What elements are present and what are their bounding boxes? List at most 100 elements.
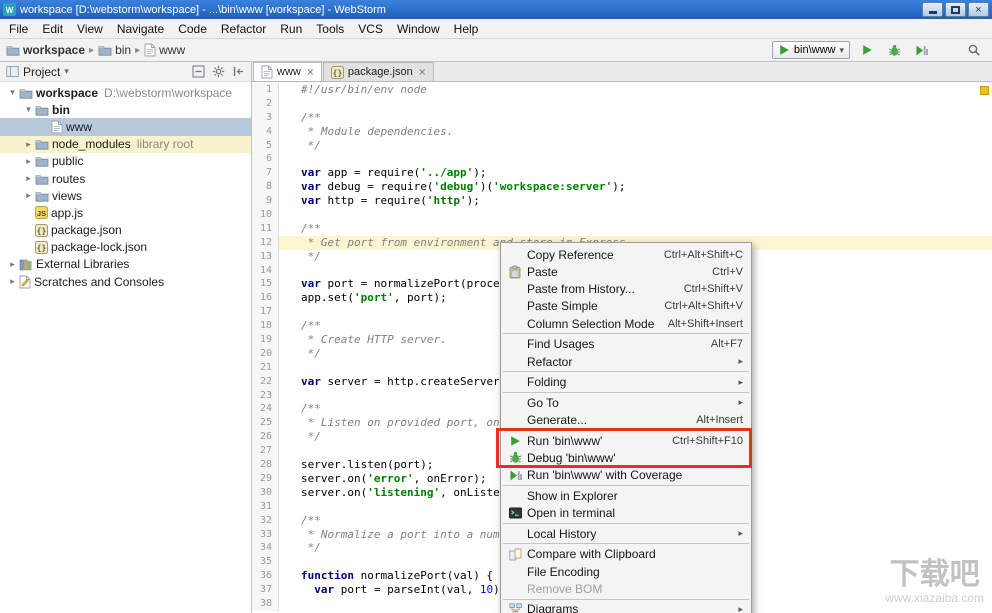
- chevron-down-icon[interactable]: ▾: [6, 87, 19, 98]
- run-with-coverage-button[interactable]: [911, 40, 931, 60]
- svg-text:W: W: [6, 6, 14, 15]
- code-text: * Module dependencies.: [301, 124, 454, 138]
- tree-item-views[interactable]: ▸ views: [0, 187, 251, 204]
- context-menu-item-folding[interactable]: Folding ▸: [501, 374, 751, 391]
- settings-gear-icon[interactable]: [212, 65, 225, 78]
- context-menu-item-open-in-terminal[interactable]: Open in terminal: [501, 504, 751, 521]
- tree-item-label: views: [52, 188, 83, 203]
- editor: www × {} package.json × 1 #!/usr/bin/env node…: [252, 62, 992, 613]
- code-text: var app = require('../app');: [301, 166, 487, 180]
- collapse-all-icon[interactable]: [192, 65, 205, 78]
- project-panel: Project ▾ ▾ workspace D:\webstorm\workspac…: [0, 62, 252, 613]
- menu-edit[interactable]: Edit: [35, 20, 70, 38]
- context-menu-item-go-to[interactable]: Go To ▸: [501, 394, 751, 411]
- context-menu-item-generate[interactable]: Generate... Alt+Insert: [501, 411, 751, 428]
- tree-item-label: package.json: [51, 223, 122, 238]
- close-icon[interactable]: ×: [307, 65, 314, 79]
- code-text: */: [301, 138, 321, 152]
- tab-label: package.json: [347, 66, 413, 78]
- tree-item-external-libraries[interactable]: ▸ External Libraries: [0, 256, 251, 273]
- context-menu-item-paste-from-history[interactable]: Paste from History... Ctrl+Shift+V: [501, 281, 751, 298]
- close-icon[interactable]: ×: [419, 65, 426, 79]
- context-menu-item-compare-with-clipboard[interactable]: Compare with Clipboard: [501, 546, 751, 563]
- line-number: 16: [252, 291, 279, 306]
- code-line: 7 var app = require('../app');: [252, 166, 992, 181]
- chevron-right-icon[interactable]: ▸: [22, 139, 35, 150]
- context-menu-item-file-encoding[interactable]: File Encoding: [501, 563, 751, 580]
- tree-item-app-js[interactable]: JS app.js: [0, 204, 251, 221]
- tree-item-package-lock-json[interactable]: {} package-lock.json: [0, 239, 251, 256]
- menu-refactor[interactable]: Refactor: [214, 20, 273, 38]
- context-menu-item-local-history[interactable]: Local History ▸: [501, 525, 751, 542]
- context-menu-item-diagrams[interactable]: Diagrams ▸: [501, 601, 751, 613]
- breadcrumb-workspace[interactable]: workspace: [6, 43, 85, 57]
- menu-vcs[interactable]: VCS: [351, 20, 390, 38]
- tree-item-workspace[interactable]: ▾ workspace D:\webstorm\workspace: [0, 84, 251, 101]
- tree-item-bin[interactable]: ▾ bin: [0, 101, 251, 118]
- menu-code[interactable]: Code: [171, 20, 214, 38]
- chevron-right-icon[interactable]: ▸: [6, 276, 19, 287]
- context-menu-item-copy-reference[interactable]: Copy Reference Ctrl+Alt+Shift+C: [501, 246, 751, 263]
- menu-help[interactable]: Help: [447, 20, 486, 38]
- watermark: 下载吧 www.xiazaiba.com: [885, 559, 984, 606]
- tree-item-www[interactable]: www: [0, 118, 251, 136]
- run-button[interactable]: [857, 40, 877, 60]
- chevron-right-icon[interactable]: ▸: [22, 156, 35, 167]
- chevron-right-icon[interactable]: ▸: [22, 190, 35, 201]
- context-menu-item-run-bin-www-with-coverage[interactable]: Run 'bin\www' with Coverage: [501, 467, 751, 484]
- menu-item-label: Compare with Clipboard: [527, 547, 656, 562]
- menu-run[interactable]: Run: [273, 20, 309, 38]
- breadcrumb-www[interactable]: www: [144, 43, 185, 57]
- menu-separator: [503, 333, 749, 335]
- menu-item-label: Generate...: [527, 413, 588, 427]
- context-menu-item-paste[interactable]: Paste Ctrl+V: [501, 263, 751, 280]
- tab-www[interactable]: www ×: [253, 62, 322, 81]
- tree-item-package-json[interactable]: {} package.json: [0, 222, 251, 239]
- menu-navigate[interactable]: Navigate: [110, 20, 171, 38]
- chevron-right-icon[interactable]: ▸: [6, 259, 19, 270]
- context-menu-item-column-selection-mode[interactable]: Column Selection Mode Alt+Shift+Insert: [501, 315, 751, 332]
- hide-panel-icon[interactable]: [232, 65, 245, 78]
- minimize-button[interactable]: [922, 2, 943, 17]
- chevron-right-icon[interactable]: ▸: [22, 173, 35, 184]
- context-menu-item-refactor[interactable]: Refactor ▸: [501, 353, 751, 370]
- menu-file[interactable]: File: [2, 20, 35, 38]
- run-config-select[interactable]: bin\www ▾: [771, 41, 850, 59]
- tree-item-public[interactable]: ▸ public: [0, 153, 251, 170]
- context-menu-item-show-in-explorer[interactable]: Show in Explorer: [501, 487, 751, 504]
- tab-package-json[interactable]: {} package.json ×: [322, 62, 434, 81]
- maximize-button[interactable]: [945, 2, 966, 17]
- chevron-down-icon[interactable]: ▾: [64, 66, 69, 77]
- run-config-value: bin\www: [793, 44, 836, 56]
- breadcrumb-label: www: [159, 43, 186, 57]
- close-button[interactable]: ×: [968, 2, 989, 17]
- menu-window[interactable]: Window: [390, 20, 447, 38]
- tree-item-label: package-lock.json: [51, 240, 148, 255]
- svg-text:{}: {}: [333, 68, 343, 77]
- code-text: #!/usr/bin/env node: [301, 83, 427, 96]
- submenu-arrow-icon: ▸: [738, 528, 743, 539]
- submenu-arrow-icon: ▸: [738, 376, 743, 387]
- tree-item-scratches-and-consoles[interactable]: ▸ Scratches and Consoles: [0, 273, 251, 290]
- tree-item-label: workspace: [36, 85, 99, 100]
- folder-icon: [35, 173, 49, 185]
- tree-item-node-modules[interactable]: ▸ node_modules library root: [0, 135, 251, 153]
- project-panel-title[interactable]: Project: [23, 65, 60, 79]
- run-icon: [861, 44, 873, 56]
- menu-tools[interactable]: Tools: [309, 20, 351, 38]
- context-menu-item-paste-simple[interactable]: Paste Simple Ctrl+Alt+Shift+V: [501, 298, 751, 315]
- search-button[interactable]: [964, 40, 984, 60]
- debug-button[interactable]: [884, 40, 904, 60]
- folder-icon: [19, 87, 33, 99]
- context-menu-item-find-usages[interactable]: Find Usages Alt+F7: [501, 336, 751, 353]
- line-number: 10: [252, 208, 279, 222]
- tree-item-suffix: D:\webstorm\workspace: [104, 85, 233, 100]
- main-area: Project ▾ ▾ workspace D:\webstorm\workspac…: [0, 62, 992, 613]
- menu-view[interactable]: View: [70, 20, 110, 38]
- chevron-down-icon[interactable]: ▾: [22, 104, 35, 115]
- breadcrumb-bin[interactable]: bin: [98, 43, 131, 57]
- menu-item-label: Column Selection Mode: [527, 316, 655, 331]
- line-number: 31: [252, 499, 279, 514]
- tree-item-routes[interactable]: ▸ routes: [0, 170, 251, 187]
- toolbar: workspace ▸ bin ▸ www bin\www ▾: [0, 39, 992, 62]
